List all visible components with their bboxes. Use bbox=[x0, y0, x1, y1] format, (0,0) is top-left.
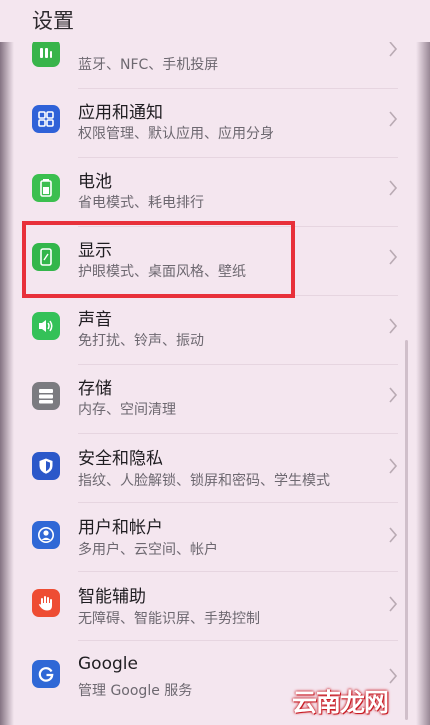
highlight-box bbox=[22, 221, 295, 298]
chevron-right-icon bbox=[389, 111, 398, 127]
google-g-icon bbox=[32, 660, 60, 688]
settings-item-storage[interactable]: 存储 内存、空间清理 bbox=[0, 365, 430, 434]
battery-icon bbox=[32, 174, 60, 202]
chevron-right-icon bbox=[389, 668, 398, 684]
chevron-right-icon bbox=[389, 387, 398, 403]
hand-icon bbox=[32, 589, 60, 617]
edge-shadow-left bbox=[0, 0, 14, 725]
settings-item-title: 声音 bbox=[78, 310, 112, 330]
settings-item-title: 应用和通知 bbox=[78, 103, 163, 123]
settings-item-title: 存储 bbox=[78, 379, 112, 399]
settings-item-subtitle: 免打扰、铃声、振动 bbox=[78, 333, 204, 349]
page-title: 设置 bbox=[32, 9, 74, 33]
chevron-right-icon bbox=[389, 596, 398, 612]
settings-item-title: 用户和帐户 bbox=[78, 518, 163, 538]
scrollbar[interactable] bbox=[405, 340, 408, 720]
settings-item-assist[interactable]: 智能辅助 无障碍、智能识屏、手势控制 bbox=[0, 572, 430, 641]
user-icon bbox=[32, 521, 60, 549]
edge-shadow-right bbox=[416, 0, 430, 725]
settings-item-accounts[interactable]: 用户和帐户 多用户、云空间、帐户 bbox=[0, 503, 430, 572]
storage-icon bbox=[32, 382, 60, 410]
connection-icon bbox=[32, 39, 60, 67]
settings-item-sound[interactable]: 声音 免打扰、铃声、振动 bbox=[0, 296, 430, 365]
apps-grid-icon bbox=[32, 105, 60, 133]
shield-icon bbox=[32, 452, 60, 480]
settings-list: 蓝牙、NFC、手机投屏 应用和通知 权限管理、默认应用、应用分身 电池 省电模式… bbox=[0, 0, 430, 725]
chevron-right-icon bbox=[389, 458, 398, 474]
chevron-right-icon bbox=[389, 527, 398, 543]
settings-item-title: 安全和隐私 bbox=[78, 449, 163, 469]
settings-item-security[interactable]: 安全和隐私 指纹、人脸解锁、锁屏和密码、学生模式 bbox=[0, 434, 430, 503]
settings-item-battery[interactable]: 电池 省电模式、耗电排行 bbox=[0, 158, 430, 227]
app-header: 设置 bbox=[0, 0, 430, 42]
settings-item-subtitle: 内存、空间清理 bbox=[78, 402, 176, 418]
settings-item-apps[interactable]: 应用和通知 权限管理、默认应用、应用分身 bbox=[0, 89, 430, 158]
chevron-right-icon bbox=[389, 180, 398, 196]
settings-item-subtitle: 管理 Google 服务 bbox=[78, 683, 193, 699]
settings-item-title: 智能辅助 bbox=[78, 587, 146, 607]
chevron-right-icon bbox=[389, 318, 398, 334]
settings-item-subtitle: 省电模式、耗电排行 bbox=[78, 195, 204, 211]
settings-item-title: Google bbox=[78, 654, 138, 674]
settings-item-title: 电池 bbox=[78, 172, 112, 192]
settings-item-subtitle: 权限管理、默认应用、应用分身 bbox=[78, 126, 274, 142]
settings-item-subtitle: 无障碍、智能识屏、手势控制 bbox=[78, 611, 260, 627]
chevron-right-icon bbox=[389, 249, 398, 265]
settings-item-subtitle: 指纹、人脸解锁、锁屏和密码、学生模式 bbox=[78, 473, 330, 489]
speaker-icon bbox=[32, 312, 60, 340]
chevron-right-icon bbox=[389, 41, 398, 57]
settings-item-subtitle: 多用户、云空间、帐户 bbox=[78, 542, 218, 558]
settings-item-subtitle: 蓝牙、NFC、手机投屏 bbox=[78, 57, 219, 73]
watermark: 云南龙网 bbox=[292, 688, 389, 717]
